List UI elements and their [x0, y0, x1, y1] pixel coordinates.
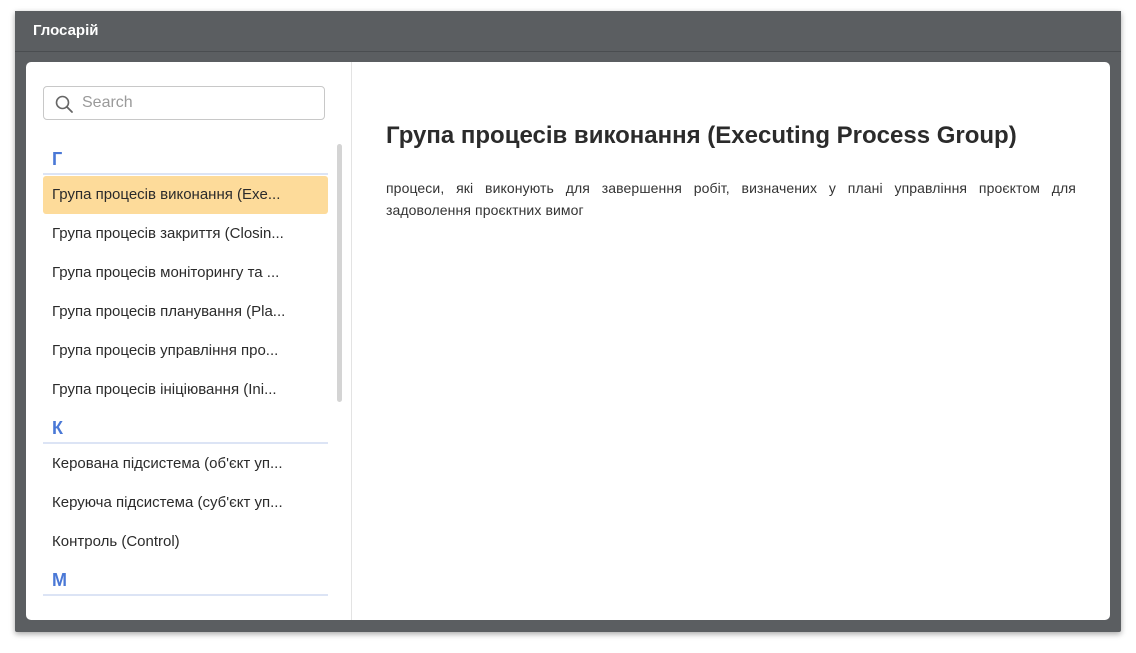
sidebar-scrollbar[interactable]: [337, 144, 342, 402]
term-list[interactable]: Г Група процесів виконання (Exe... Група…: [43, 141, 328, 620]
term-item[interactable]: Група процесів ініціювання (Ini...: [43, 371, 328, 409]
term-item[interactable]: Керована підсистема (об'єкт уп...: [43, 445, 328, 483]
window-title: Глосарій: [33, 22, 99, 39]
term-group: Г Група процесів виконання (Exe... Група…: [43, 141, 328, 409]
glossary-panel: Г Група процесів виконання (Exe... Група…: [26, 62, 1110, 620]
term-item[interactable]: Група процесів закриття (Closin...: [43, 215, 328, 253]
search-input[interactable]: [82, 87, 317, 119]
term-item-selected[interactable]: Група процесів виконання (Exe...: [43, 176, 328, 214]
group-letter: М: [43, 562, 328, 596]
term-group: М: [43, 562, 328, 596]
title-bar: Глосарій: [15, 11, 1121, 52]
group-letter: К: [43, 410, 328, 444]
term-item[interactable]: Група процесів управління про...: [43, 332, 328, 370]
term-detail: Група процесів виконання (Executing Proc…: [386, 120, 1076, 221]
glossary-window: Глосарій Г Група процесів виконання (Exe…: [15, 11, 1121, 632]
search-box[interactable]: [43, 86, 325, 120]
term-item[interactable]: Керуюча підсистема (суб'єкт уп...: [43, 484, 328, 522]
glossary-sidebar: Г Група процесів виконання (Exe... Група…: [26, 62, 352, 620]
term-definition: процеси, які виконують для завершення ро…: [386, 180, 1076, 218]
group-letter: Г: [43, 141, 328, 175]
term-group: К Керована підсистема (об'єкт уп... Керу…: [43, 410, 328, 561]
term-item[interactable]: Контроль (Control): [43, 523, 328, 561]
term-item[interactable]: Група процесів планування (Pla...: [43, 293, 328, 331]
search-icon: [54, 94, 74, 114]
term-item[interactable]: Група процесів моніторингу та ...: [43, 254, 328, 292]
term-title: Група процесів виконання (Executing Proc…: [386, 122, 1017, 149]
